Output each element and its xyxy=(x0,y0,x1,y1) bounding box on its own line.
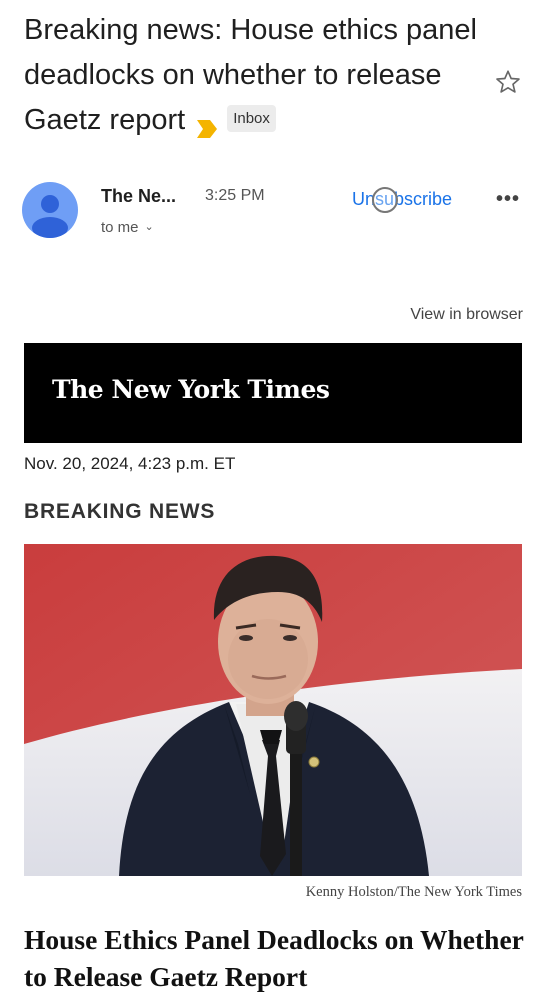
photo-credit: Kenny Holston/The New York Times xyxy=(305,884,522,900)
inbox-label-badge[interactable]: Inbox xyxy=(227,104,276,132)
nyt-masthead-banner[interactable]: The New York Times xyxy=(24,343,522,443)
email-subject-area: Breaking news: House ethics panel deadlo… xyxy=(24,8,494,143)
article-headline-link[interactable]: House Ethics Panel Deadlocks on Whether … xyxy=(24,921,524,995)
sender-name[interactable]: The Ne... xyxy=(101,186,176,207)
email-subject: Breaking news: House ethics panel deadlo… xyxy=(24,8,494,143)
chevron-down-icon: ⌄ xyxy=(144,221,154,233)
unsubscribe-link[interactable]: Unsubscribe xyxy=(352,189,452,210)
importance-marker-icon[interactable] xyxy=(195,108,219,139)
star-icon[interactable] xyxy=(494,68,522,96)
recipient-label: to me xyxy=(101,219,139,236)
nyt-logo: The New York Times xyxy=(52,375,330,404)
more-horizontal-icon[interactable]: ••• xyxy=(496,188,520,211)
news-photo[interactable] xyxy=(24,544,522,876)
sender-header: The Ne... 3:25 PM to me ⌄ Unsubscribe ••• xyxy=(22,182,526,242)
view-in-browser-link[interactable]: View in browser xyxy=(410,306,523,324)
sender-timestamp: 3:25 PM xyxy=(205,187,265,204)
dateline: Nov. 20, 2024, 4:23 p.m. ET xyxy=(24,454,236,473)
section-label: BREAKING NEWS xyxy=(24,500,216,523)
touch-cursor-icon xyxy=(372,187,398,213)
recipient-details-toggle[interactable]: to me ⌄ xyxy=(101,219,154,236)
person-avatar-icon[interactable] xyxy=(22,182,78,238)
